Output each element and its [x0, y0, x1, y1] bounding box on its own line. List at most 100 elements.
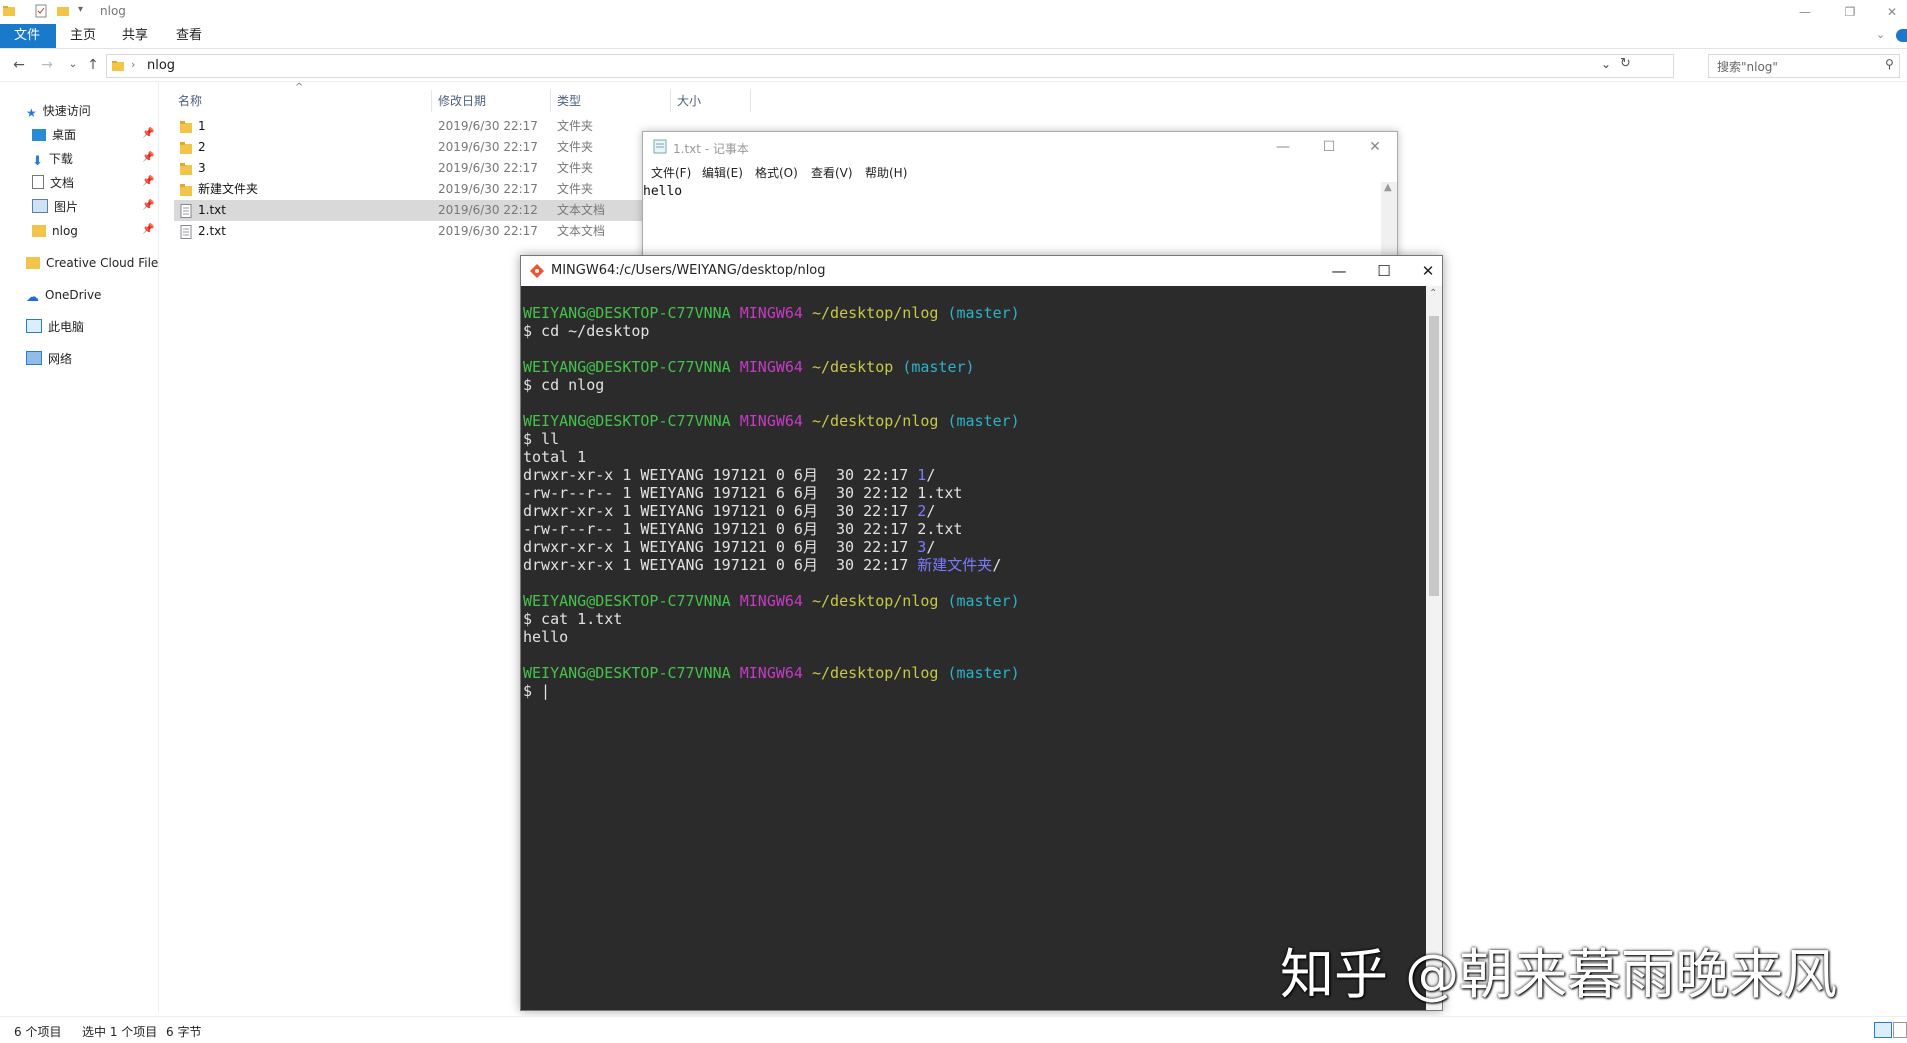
breadcrumb[interactable]: nlog	[147, 58, 175, 73]
column-divider[interactable]	[431, 90, 432, 112]
terminal-line: $ |	[523, 682, 1020, 700]
pin-icon[interactable]: 📌	[142, 200, 154, 211]
sidebar-item-quick-access[interactable]: ★ 快速访问	[26, 100, 91, 122]
menu-format[interactable]: 格式(O)	[755, 164, 798, 181]
tab-share[interactable]: 共享	[108, 24, 162, 48]
sidebar-item-documents[interactable]: 文档	[32, 172, 74, 194]
terminal-segment: (master)	[902, 358, 975, 376]
sidebar-item-label: Creative Cloud Files	[46, 256, 158, 270]
terminal-segment: MINGW64	[739, 304, 803, 322]
tab-home[interactable]: 主页	[56, 24, 110, 48]
quick-access-dropdown-icon[interactable]: ▾	[78, 4, 83, 15]
column-divider[interactable]	[750, 90, 751, 112]
refresh-icon[interactable]: ↻	[1620, 56, 1631, 71]
search-input[interactable]: 搜索"nlog" ⚲	[1708, 54, 1900, 78]
terminal-window[interactable]: MINGW64:/c/Users/WEIYANG/desktop/nlog — …	[520, 255, 1443, 1011]
terminal-close-button[interactable]: ✕	[1413, 261, 1443, 281]
address-dropdown-icon[interactable]: ⌄	[1601, 57, 1611, 71]
terminal-line: drwxr-xr-x 1 WEIYANG 197121 0 6月 30 22:1…	[523, 538, 1020, 556]
terminal-segment: -rw-r--r-- 1 WEIYANG 197121 0 6月 30 22:1…	[523, 520, 963, 538]
selected-size: 6 字节	[166, 1025, 202, 1039]
help-icon[interactable]	[1896, 29, 1907, 42]
tab-file[interactable]: 文件	[0, 24, 56, 48]
download-icon: ⬇	[32, 154, 43, 169]
scroll-up-icon[interactable]: ⌃	[1429, 288, 1437, 299]
file-row-new-folder[interactable]: 新建文件夹 2019/6/30 22:17 文件夹	[174, 179, 642, 200]
notepad-minimize-button[interactable]: —	[1271, 137, 1295, 157]
scroll-up-icon[interactable]: ▲	[1384, 182, 1392, 193]
terminal-line: $ cd nlog	[523, 376, 1020, 394]
terminal-segment: WEIYANG@DESKTOP-C77VNNA	[523, 592, 731, 610]
sidebar-item-onedrive[interactable]: ☁ OneDrive	[26, 284, 101, 306]
new-folder-icon[interactable]	[56, 4, 70, 18]
terminal-segment: drwxr-xr-x 1 WEIYANG 197121 0 6月 30 22:1…	[523, 556, 918, 574]
forward-arrow-icon[interactable]: →	[38, 55, 56, 75]
sidebar-item-network[interactable]: 网络	[26, 348, 72, 370]
sidebar-item-desktop[interactable]: 桌面	[32, 124, 76, 146]
terminal-scrollbar[interactable]: ⌃ ⌄	[1426, 286, 1442, 1010]
pin-icon[interactable]: 📌	[142, 176, 154, 187]
ribbon-expand-icon[interactable]: ⌄	[1876, 28, 1885, 41]
terminal-minimize-button[interactable]: —	[1324, 261, 1354, 281]
terminal-line: WEIYANG@DESKTOP-C77VNNA MINGW64 ~/deskto…	[523, 304, 1020, 322]
details-view-icon[interactable]	[1874, 1022, 1892, 1038]
sidebar-item-this-pc[interactable]: 此电脑	[26, 316, 84, 338]
terminal-segment	[803, 592, 812, 610]
terminal-segment: hello	[523, 628, 569, 646]
up-arrow-icon[interactable]: ↑	[84, 55, 102, 75]
terminal-line: drwxr-xr-x 1 WEIYANG 197121 0 6月 30 22:1…	[523, 502, 1020, 520]
notepad-text-area[interactable]: hello	[643, 184, 682, 199]
pin-icon[interactable]: 📌	[142, 224, 154, 235]
file-date: 2019/6/30 22:17	[438, 182, 538, 196]
terminal-line: total 1	[523, 448, 1020, 466]
back-arrow-icon[interactable]: ←	[10, 55, 28, 75]
close-button[interactable]: ✕	[1877, 2, 1907, 22]
address-bar[interactable]: › nlog ⌄ ↻	[106, 54, 1674, 78]
file-row-1[interactable]: 1 2019/6/30 22:17 文件夹	[174, 116, 642, 137]
file-row-3[interactable]: 3 2019/6/30 22:17 文件夹	[174, 158, 642, 179]
large-icons-view-icon[interactable]	[1893, 1022, 1907, 1038]
file-row-2-txt[interactable]: 2.txt 2019/6/30 22:17 文本文档	[174, 221, 642, 242]
tab-view[interactable]: 查看	[162, 24, 216, 48]
sidebar-item-creative-cloud[interactable]: Creative Cloud Files	[26, 252, 158, 274]
terminal-segment: $ cat 1.txt	[523, 610, 623, 628]
terminal-line: hello	[523, 628, 1020, 646]
file-date: 2019/6/30 22:17	[438, 140, 538, 154]
column-divider[interactable]	[670, 90, 671, 112]
sidebar-item-downloads[interactable]: ⬇ 下载	[32, 148, 73, 170]
notepad-close-button[interactable]: ✕	[1363, 137, 1387, 157]
terminal-segment	[731, 304, 740, 322]
menu-edit[interactable]: 编辑(E)	[702, 164, 743, 181]
column-divider[interactable]	[550, 90, 551, 112]
terminal-line: WEIYANG@DESKTOP-C77VNNA MINGW64 ~/deskto…	[523, 664, 1020, 682]
terminal-scroll-thumb[interactable]	[1429, 316, 1439, 596]
column-header-date[interactable]: 修改日期	[438, 90, 486, 112]
column-header-type[interactable]: 类型	[557, 90, 581, 112]
notepad-icon	[653, 139, 667, 154]
file-type: 文件夹	[557, 182, 594, 196]
terminal-segment: total 1	[523, 448, 587, 466]
file-row-2[interactable]: 2 2019/6/30 22:17 文件夹	[174, 137, 642, 158]
search-icon[interactable]: ⚲	[1885, 57, 1894, 71]
notepad-maximize-button[interactable]: ☐	[1317, 137, 1341, 157]
menu-help[interactable]: 帮助(H)	[865, 164, 907, 181]
file-row-1-txt[interactable]: 1.txt 2019/6/30 22:12 文本文档	[174, 200, 642, 221]
terminal-output[interactable]: WEIYANG@DESKTOP-C77VNNA MINGW64 ~/deskto…	[521, 286, 1426, 1010]
window-title: nlog	[100, 4, 126, 18]
column-header-size[interactable]: 大小	[677, 90, 701, 112]
minimize-button[interactable]: —	[1790, 2, 1820, 22]
pin-icon[interactable]: 📌	[142, 152, 154, 163]
column-header-name[interactable]: 名称	[178, 90, 202, 112]
menu-view[interactable]: 查看(V)	[811, 164, 853, 181]
pin-icon[interactable]: 📌	[142, 128, 154, 139]
sidebar-item-pictures[interactable]: 图片	[32, 196, 78, 218]
terminal-titlebar[interactable]: MINGW64:/c/Users/WEIYANG/desktop/nlog — …	[521, 256, 1442, 287]
menu-file[interactable]: 文件(F)	[651, 164, 691, 181]
recent-dropdown-icon[interactable]: ⌄	[64, 55, 82, 75]
properties-icon[interactable]	[34, 4, 48, 18]
terminal-segment: MINGW64	[739, 664, 803, 682]
restore-button[interactable]: ❐	[1835, 2, 1865, 22]
sidebar-item-nlog[interactable]: nlog	[32, 220, 78, 242]
terminal-maximize-button[interactable]: ☐	[1369, 261, 1399, 281]
